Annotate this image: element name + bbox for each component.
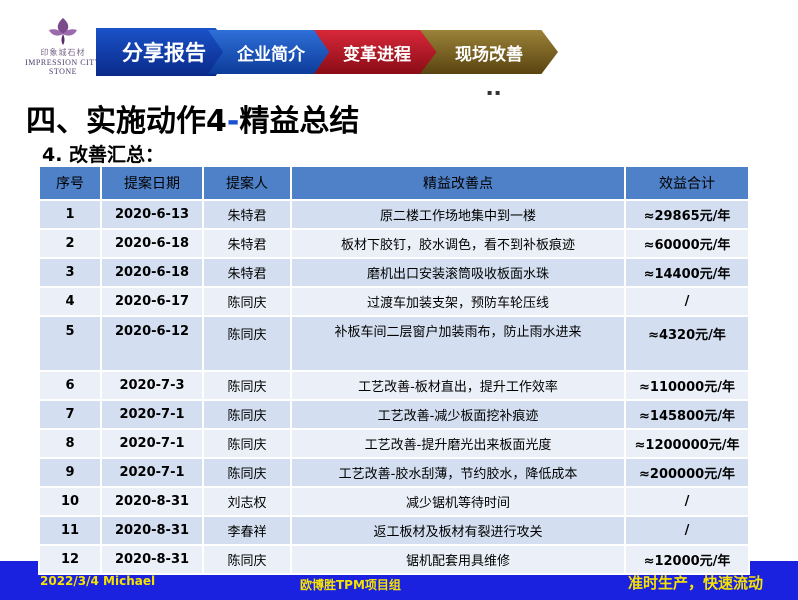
cell-date: 2020-7-1	[100, 399, 204, 430]
table-row: 4 2020-6-17 陈同庆 过渡车加装支架，预防车轮压线 /	[38, 286, 750, 317]
cell-benefit: ≈110000元/年	[624, 370, 750, 401]
cell-benefit: ≈200000元/年	[624, 457, 750, 488]
table-row: 3 2020-6-18 朱特君 磨机出口安装滚筒吸收板面水珠 ≈14400元/年	[38, 257, 750, 288]
cell-benefit: ≈1200000元/年	[624, 428, 750, 459]
decorative-dots: ▪ ▪	[487, 88, 501, 97]
cell-date: 2020-6-18	[100, 257, 204, 288]
table-row: 11 2020-8-31 李春祥 返工板材及板材有裂进行攻关 /	[38, 515, 750, 546]
footer-date: 2022/3/4 Michael	[40, 574, 156, 588]
logo-en-text-2: STONE	[48, 67, 78, 76]
cell-point: 磨机出口安装滚筒吸收板面水珠	[290, 257, 626, 288]
cell-no: 9	[38, 457, 102, 488]
cell-point: 返工板材及板材有裂进行攻关	[290, 515, 626, 546]
cell-point: 过渡车加装支架，预防车轮压线	[290, 286, 626, 317]
cell-no: 10	[38, 486, 102, 517]
cell-no: 1	[38, 199, 102, 230]
cell-date: 2020-6-13	[100, 199, 204, 230]
cell-person: 陈同庆	[202, 370, 292, 401]
cell-date: 2020-8-31	[100, 544, 204, 575]
cell-benefit: /	[624, 515, 750, 546]
cell-person: 陈同庆	[202, 315, 292, 372]
cell-no: 11	[38, 515, 102, 546]
cell-person: 朱特君	[202, 199, 292, 230]
header-person: 提案人	[202, 165, 292, 201]
cell-benefit: ≈4320元/年	[624, 315, 750, 372]
cell-date: 2020-7-1	[100, 457, 204, 488]
cell-person: 陈同庆	[202, 544, 292, 575]
improvement-summary-table: 序号 提案日期 提案人 精益改善点 效益合计 1 2020-6-13 朱特君 原…	[38, 165, 750, 575]
cell-point: 工艺改善-提升磨光出来板面光度	[290, 428, 626, 459]
table-row: 5 2020-6-12 陈同庆 补板车间二层窗户加装雨布，防止雨水进来 ≈432…	[38, 315, 750, 372]
table-row: 2 2020-6-18 朱特君 板材下胶钉，胶水调色，看不到补板痕迹 ≈6000…	[38, 228, 750, 259]
cell-date: 2020-6-17	[100, 286, 204, 317]
cell-point: 锯机配套用具维修	[290, 544, 626, 575]
cell-date: 2020-8-31	[100, 486, 204, 517]
cell-no: 4	[38, 286, 102, 317]
cell-date: 2020-7-1	[100, 428, 204, 459]
cell-point: 工艺改善-板材直出，提升工作效率	[290, 370, 626, 401]
table-row: 9 2020-7-1 陈同庆 工艺改善-胶水刮薄，节约胶水，降低成本 ≈2000…	[38, 457, 750, 488]
cell-no: 6	[38, 370, 102, 401]
nav-site-improvement[interactable]: 现场改善	[420, 30, 558, 74]
cell-benefit: ≈12000元/年	[624, 544, 750, 575]
cell-no: 5	[38, 315, 102, 372]
cell-benefit: ≈14400元/年	[624, 257, 750, 288]
cell-date: 2020-8-31	[100, 515, 204, 546]
table-row: 12 2020-8-31 陈同庆 锯机配套用具维修 ≈12000元/年	[38, 544, 750, 575]
table-row: 10 2020-8-31 刘志权 减少锯机等待时间 /	[38, 486, 750, 517]
header-no: 序号	[38, 165, 102, 201]
cell-no: 12	[38, 544, 102, 575]
cell-benefit: /	[624, 486, 750, 517]
cell-no: 7	[38, 399, 102, 430]
logo-cn-text: 印象城石材	[40, 48, 86, 57]
header-date: 提案日期	[100, 165, 204, 201]
header-benefit: 效益合计	[624, 165, 750, 201]
table-header-row: 序号 提案日期 提案人 精益改善点 效益合计	[38, 165, 750, 201]
cell-point: 减少锯机等待时间	[290, 486, 626, 517]
cell-person: 陈同庆	[202, 428, 292, 459]
cell-person: 朱特君	[202, 228, 292, 259]
cell-point: 原二楼工作场地集中到一楼	[290, 199, 626, 230]
header-point: 精益改善点	[290, 165, 626, 201]
section-subtitle: 4. 改善汇总：	[42, 144, 165, 166]
cell-benefit: ≈60000元/年	[624, 228, 750, 259]
slide: 印象城石材 IMPRESSION CITY STONE 分享报告 企业简介 变革…	[0, 0, 798, 600]
logo-emblem-icon	[49, 18, 77, 45]
cell-person: 朱特君	[202, 257, 292, 288]
cell-benefit: ≈29865元/年	[624, 199, 750, 230]
cell-no: 8	[38, 428, 102, 459]
cell-date: 2020-6-12	[100, 315, 204, 372]
table-row: 1 2020-6-13 朱特君 原二楼工作场地集中到一楼 ≈29865元/年	[38, 199, 750, 230]
cell-point: 板材下胶钉，胶水调色，看不到补板痕迹	[290, 228, 626, 259]
cell-date: 2020-6-18	[100, 228, 204, 259]
cell-person: 陈同庆	[202, 286, 292, 317]
cell-person: 陈同庆	[202, 457, 292, 488]
cell-person: 陈同庆	[202, 399, 292, 430]
company-logo: 印象城石材 IMPRESSION CITY STONE	[20, 16, 106, 76]
cell-point: 工艺改善-胶水刮薄，节约胶水，降低成本	[290, 457, 626, 488]
cell-person: 李春祥	[202, 515, 292, 546]
cell-no: 3	[38, 257, 102, 288]
table-row: 6 2020-7-3 陈同庆 工艺改善-板材直出，提升工作效率 ≈110000元…	[38, 370, 750, 401]
footer-slogan: 准时生产，快速流动	[628, 574, 764, 592]
cell-point: 补板车间二层窗户加装雨布，防止雨水进来	[290, 315, 626, 372]
table-row: 7 2020-7-1 陈同庆 工艺改善-减少板面挖补痕迹 ≈145800元/年	[38, 399, 750, 430]
title-suffix: 精益总结	[239, 104, 360, 139]
cell-benefit: /	[624, 286, 750, 317]
cell-no: 2	[38, 228, 102, 259]
logo-en-text: IMPRESSION CITY	[25, 58, 101, 67]
title-dash: -	[226, 104, 240, 139]
nav-company-intro[interactable]: 企业简介	[208, 30, 334, 74]
footer-project: 欧博胜TPM项目组	[300, 578, 401, 592]
cell-person: 刘志权	[202, 486, 292, 517]
nav-reform-progress[interactable]: 变革进程	[314, 30, 440, 74]
cell-date: 2020-7-3	[100, 370, 204, 401]
title-prefix: 四、实施动作4	[26, 104, 227, 139]
page-title: 四、实施动作4-精益总结	[26, 96, 359, 140]
table-row: 8 2020-7-1 陈同庆 工艺改善-提升磨光出来板面光度 ≈1200000元…	[38, 428, 750, 459]
cell-benefit: ≈145800元/年	[624, 399, 750, 430]
cell-point: 工艺改善-减少板面挖补痕迹	[290, 399, 626, 430]
